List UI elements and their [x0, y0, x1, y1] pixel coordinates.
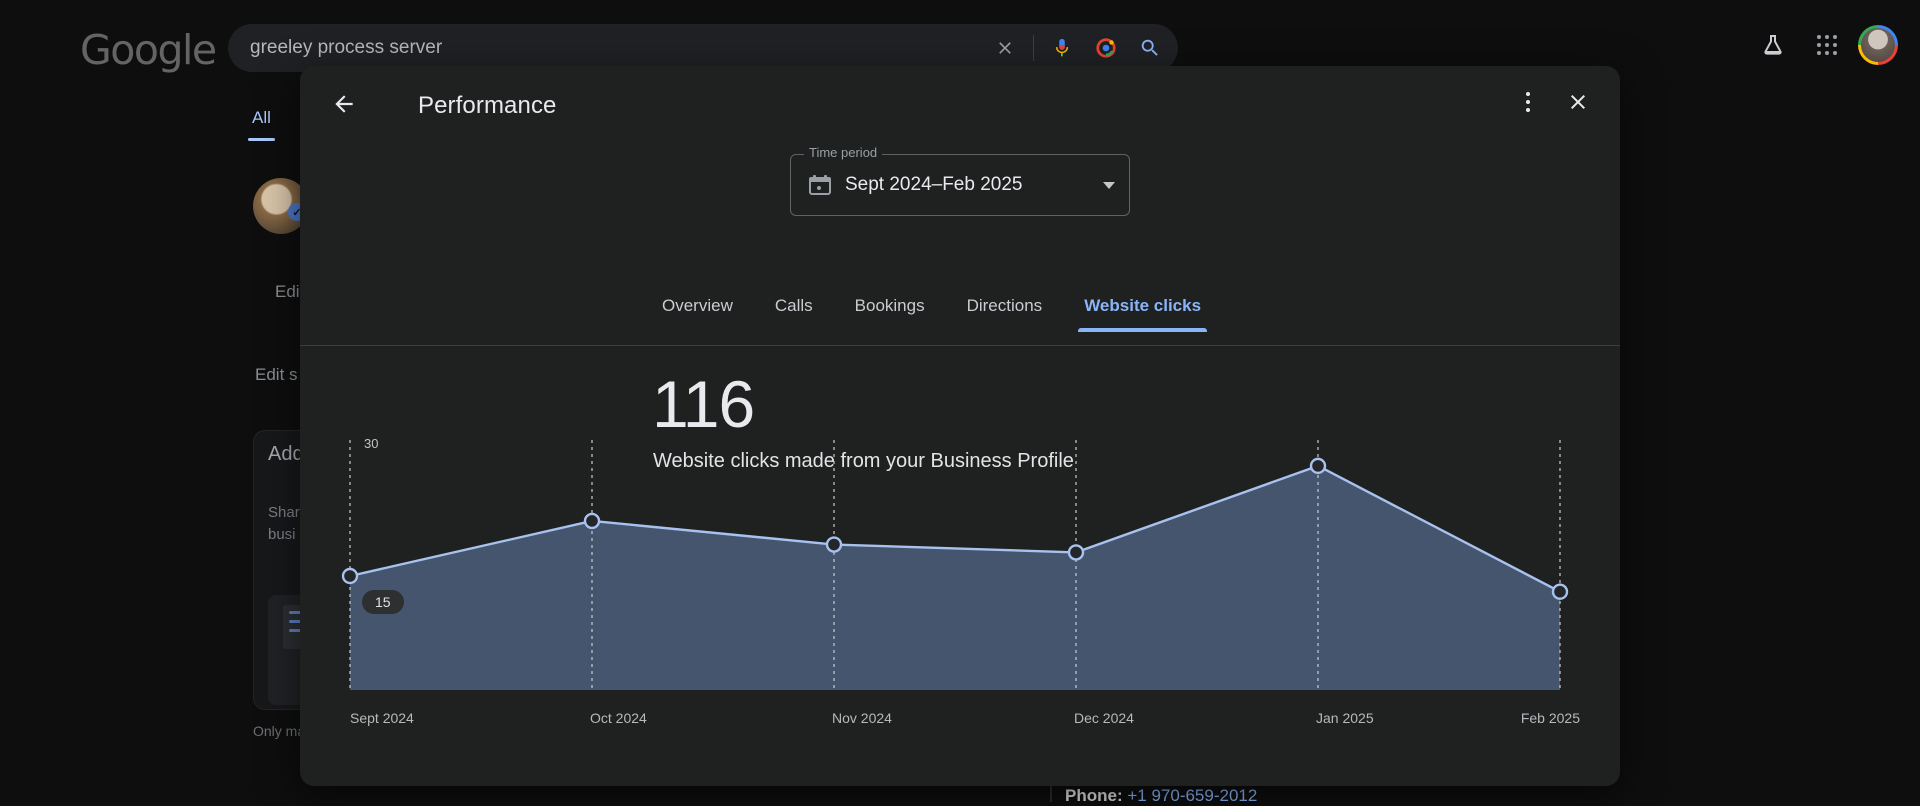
tab-directions[interactable]: Directions [967, 296, 1043, 331]
account-avatar[interactable] [1858, 25, 1898, 65]
tab-calls[interactable]: Calls [775, 296, 813, 331]
x-axis-tick: Oct 2024 [590, 710, 647, 726]
background-card-title: Add [268, 443, 304, 466]
time-period-box[interactable]: Sept 2024–Feb 2025 [790, 154, 1130, 216]
serp-tab-all[interactable]: All [252, 108, 271, 141]
search-input[interactable]: greeley process server [250, 37, 983, 59]
search-divider [1033, 35, 1034, 61]
google-lens-icon[interactable] [1084, 26, 1128, 70]
phone-number[interactable]: +1 970-659-2012 [1127, 786, 1257, 805]
phone-label: Phone: [1065, 786, 1123, 805]
x-axis-tick: Dec 2024 [1074, 710, 1134, 726]
x-axis-tick: Feb 2025 [1521, 710, 1580, 726]
dialog-title: Performance [418, 92, 557, 120]
time-period-select[interactable]: Sept 2024–Feb 2025 Time period [790, 154, 1130, 216]
chevron-down-icon[interactable] [1103, 182, 1115, 189]
apps-grid-icon[interactable] [1804, 22, 1850, 68]
performance-tabs: Overview Calls Bookings Directions Websi… [300, 296, 1620, 346]
avatar-image [1861, 28, 1895, 62]
back-arrow-icon[interactable] [322, 82, 366, 126]
x-axis-tick: Jan 2025 [1316, 710, 1374, 726]
header-actions [1750, 22, 1898, 68]
clear-search-icon[interactable] [983, 26, 1027, 70]
time-period-label: Time period [804, 145, 882, 160]
labs-flask-icon[interactable] [1750, 22, 1796, 68]
chart-plot [330, 440, 1580, 690]
background-footer-note: Only ma [253, 723, 305, 739]
search-submit-icon[interactable] [1128, 26, 1172, 70]
x-axis-tick: Sept 2024 [350, 710, 414, 726]
tab-bookings[interactable]: Bookings [855, 296, 925, 331]
more-options-icon[interactable] [1506, 80, 1550, 124]
background-card-body-line-1: Shar [268, 502, 300, 524]
x-axis-tick: Nov 2024 [832, 710, 892, 726]
y-axis-max-label: 30 [364, 436, 378, 451]
background-card-body: Shar busi [268, 502, 300, 546]
dialog-actions [1506, 80, 1600, 124]
data-point-tooltip: 15 [362, 590, 404, 614]
google-logo[interactable]: Google [80, 26, 216, 74]
tab-website-clicks[interactable]: Website clicks [1084, 296, 1201, 331]
close-icon[interactable] [1556, 80, 1600, 124]
calendar-icon [809, 175, 831, 195]
business-phone: Phone: +1 970-659-2012 [1065, 786, 1257, 806]
search-bar[interactable]: greeley process server [228, 24, 1178, 72]
dialog-header: Performance [300, 66, 1620, 138]
microphone-icon[interactable] [1040, 26, 1084, 70]
metric-value: 116 [652, 366, 754, 442]
tab-overview[interactable]: Overview [662, 296, 733, 331]
time-period-value: Sept 2024–Feb 2025 [845, 174, 1103, 196]
x-axis-labels: Sept 2024 Oct 2024 Nov 2024 Dec 2024 Jan 202… [330, 710, 1580, 730]
website-clicks-chart: 30 15 [330, 440, 1580, 690]
background-edit-link-2[interactable]: Edit s [255, 365, 298, 385]
background-card-body-line-2: busi [268, 524, 300, 546]
